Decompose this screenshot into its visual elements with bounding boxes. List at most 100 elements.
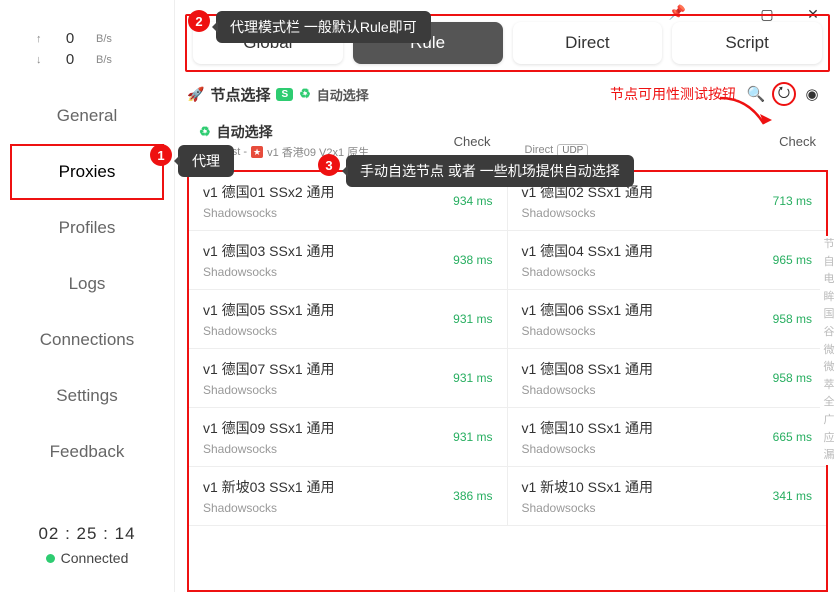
nav-settings[interactable]: Settings: [0, 368, 174, 424]
proxy-latency: 386 ms: [453, 489, 492, 503]
download-value: 0: [60, 51, 80, 68]
test-label: 节点可用性测试按钮: [610, 84, 736, 104]
proxy-name: v1 德国08 SSx1 通用: [522, 359, 654, 379]
recycle-icon: ♻: [199, 124, 211, 140]
status-block: 02 : 25 : 14 Connected: [0, 524, 174, 592]
upload-value: 0: [60, 30, 80, 47]
proxy-name: v1 德国05 SSx1 通用: [203, 300, 335, 320]
proxy-type: Shadowsocks: [522, 206, 654, 220]
strip-char: 国: [824, 306, 835, 324]
proxy-card[interactable]: v1 德国06 SSx1 通用Shadowsocks958 ms: [508, 290, 827, 349]
strip-char: 电: [824, 271, 835, 289]
right-strip: 节自电眸国谷微微萃全广应漏: [820, 236, 836, 465]
proxy-latency: 341 ms: [773, 489, 812, 503]
proxy-type: Shadowsocks: [203, 501, 335, 515]
rocket-icon: 🚀: [187, 86, 204, 103]
proxy-card[interactable]: v1 德国05 SSx1 通用 Shadowsocks 931 ms: [189, 290, 508, 349]
proxy-name: v1 德国03 SSx1 通用: [203, 241, 335, 261]
proxy-type: Shadowsocks: [522, 442, 654, 456]
proxy-grid: v1 德国01 SSx2 通用Shadowsocks934 msv1 德国02 …: [189, 172, 826, 526]
proxy-type: Shadowsocks: [203, 324, 335, 338]
nav-profiles[interactable]: Profiles: [0, 200, 174, 256]
proxy-latency: 713 ms: [773, 194, 812, 208]
strip-char: 眸: [824, 289, 835, 307]
proxy-type: Shadowsocks: [522, 501, 654, 515]
connection-status: Connected: [0, 550, 174, 568]
selector-badge: S: [276, 88, 293, 101]
proxy-latency: 965 ms: [773, 253, 812, 267]
upload-unit: B/s: [96, 33, 112, 45]
search-icon[interactable]: 🔍: [744, 82, 768, 106]
uptime-timer: 02 : 25 : 14: [0, 524, 174, 544]
proxy-card[interactable]: v1 德国07 SSx1 通用 Shadowsocks 931 ms: [189, 349, 508, 408]
proxy-card[interactable]: v1 德国04 SSx1 通用 Shadowsocks 965 ms: [508, 231, 827, 290]
group-title-text: 节点选择: [210, 84, 270, 105]
proxy-type: Shadowsocks: [203, 383, 335, 397]
proxy-type: Shadowsocks: [203, 442, 335, 456]
flag-icon: ★: [251, 146, 263, 158]
proxy-name: v1 德国10 SSx1 通用: [522, 418, 654, 438]
strip-char: 微: [824, 342, 835, 360]
sidebar: ↑ 0 B/s ↓ 0 B/s General Proxies Profiles…: [0, 0, 175, 592]
download-unit: B/s: [96, 54, 112, 66]
recycle-icon: ♻: [299, 86, 311, 102]
nav-proxies[interactable]: Proxies: [10, 144, 164, 200]
strip-char: 全: [824, 394, 835, 412]
proxy-card[interactable]: v1 德国03 SSx1 通用Shadowsocks938 ms: [189, 231, 508, 290]
proxy-latency: 931 ms: [453, 430, 492, 444]
strip-char: 漏: [824, 447, 835, 465]
proxy-list-box: v1 德国01 SSx2 通用Shadowsocks934 msv1 德国02 …: [187, 170, 828, 592]
proxy-latency: 938 ms: [453, 253, 492, 267]
callout-3: 手动自选节点 或者 一些机场提供自动选择: [346, 155, 634, 187]
status-dot-icon: [46, 554, 55, 563]
visibility-icon[interactable]: ◉: [800, 82, 824, 106]
proxy-type: Shadowsocks: [522, 324, 654, 338]
proxy-card[interactable]: v1 新坡03 SSx1 通用Shadowsocks386 ms: [189, 467, 508, 526]
proxy-name: v1 德国07 SSx1 通用: [203, 359, 335, 379]
tab-script[interactable]: Script: [672, 22, 822, 64]
nav-logs[interactable]: Logs: [0, 256, 174, 312]
upload-speed: ↑ 0 B/s: [0, 28, 174, 49]
strip-char: 自: [824, 254, 835, 272]
proxy-name: v1 德国09 SSx1 通用: [203, 418, 335, 438]
proxy-name: v1 德国04 SSx1 通用: [522, 241, 654, 261]
badge-1: 1: [150, 144, 172, 166]
speed-test-icon[interactable]: ⭮: [772, 82, 796, 106]
strip-char: 谷: [824, 324, 835, 342]
proxy-latency: 958 ms: [773, 371, 812, 385]
group-title[interactable]: 🚀 节点选择 S ♻ 自动选择: [187, 84, 369, 105]
proxy-latency: 931 ms: [453, 312, 492, 326]
proxy-type: Shadowsocks: [522, 383, 654, 397]
proxy-name: v1 德国01 SSx2 通用: [203, 182, 335, 202]
strip-char: 广: [824, 412, 835, 430]
proxy-type: Shadowsocks: [203, 206, 335, 220]
upload-arrow-icon: ↑: [36, 33, 44, 45]
nav-feedback[interactable]: Feedback: [0, 424, 174, 480]
proxy-card[interactable]: v1 德国10 SSx1 通用 Shadowsocks 665 ms: [508, 408, 827, 467]
proxy-type: Shadowsocks: [522, 265, 654, 279]
auto-select-label: 自动选择: [317, 85, 369, 104]
download-speed: ↓ 0 B/s: [0, 49, 174, 70]
strip-char: 萃: [824, 377, 835, 395]
download-arrow-icon: ↓: [36, 54, 44, 66]
nav: General Proxies Profiles Logs Connection…: [0, 88, 174, 480]
nav-general[interactable]: General: [0, 88, 174, 144]
group-header-row: 🚀 节点选择 S ♻ 自动选择 节点可用性测试按钮 🔍 ⭮ ◉: [187, 82, 824, 106]
proxy-card[interactable]: v1 新坡10 SSx1 通用Shadowsocks341 ms: [508, 467, 827, 526]
callout-2: 代理模式栏 一般默认Rule即可: [216, 11, 431, 43]
badge-2: 2: [188, 10, 210, 32]
proxy-latency: 934 ms: [453, 194, 492, 208]
nav-connections[interactable]: Connections: [0, 312, 174, 368]
proxy-card[interactable]: v1 德国08 SSx1 通用 Shadowsocks 958 ms: [508, 349, 827, 408]
strip-char: 应: [824, 430, 835, 448]
proxy-latency: 931 ms: [453, 371, 492, 385]
proxy-latency: 665 ms: [773, 430, 812, 444]
tab-direct[interactable]: Direct: [513, 22, 663, 64]
callout-1: 代理: [178, 145, 234, 177]
proxy-latency: 958 ms: [773, 312, 812, 326]
badge-3: 3: [318, 154, 340, 176]
proxy-card[interactable]: v1 德国09 SSx1 通用 Shadowsocks 931 ms: [189, 408, 508, 467]
auto-select-title: 自动选择: [217, 122, 273, 142]
check-button-right[interactable]: Check: [779, 134, 816, 149]
check-button-left[interactable]: Check: [454, 134, 491, 149]
